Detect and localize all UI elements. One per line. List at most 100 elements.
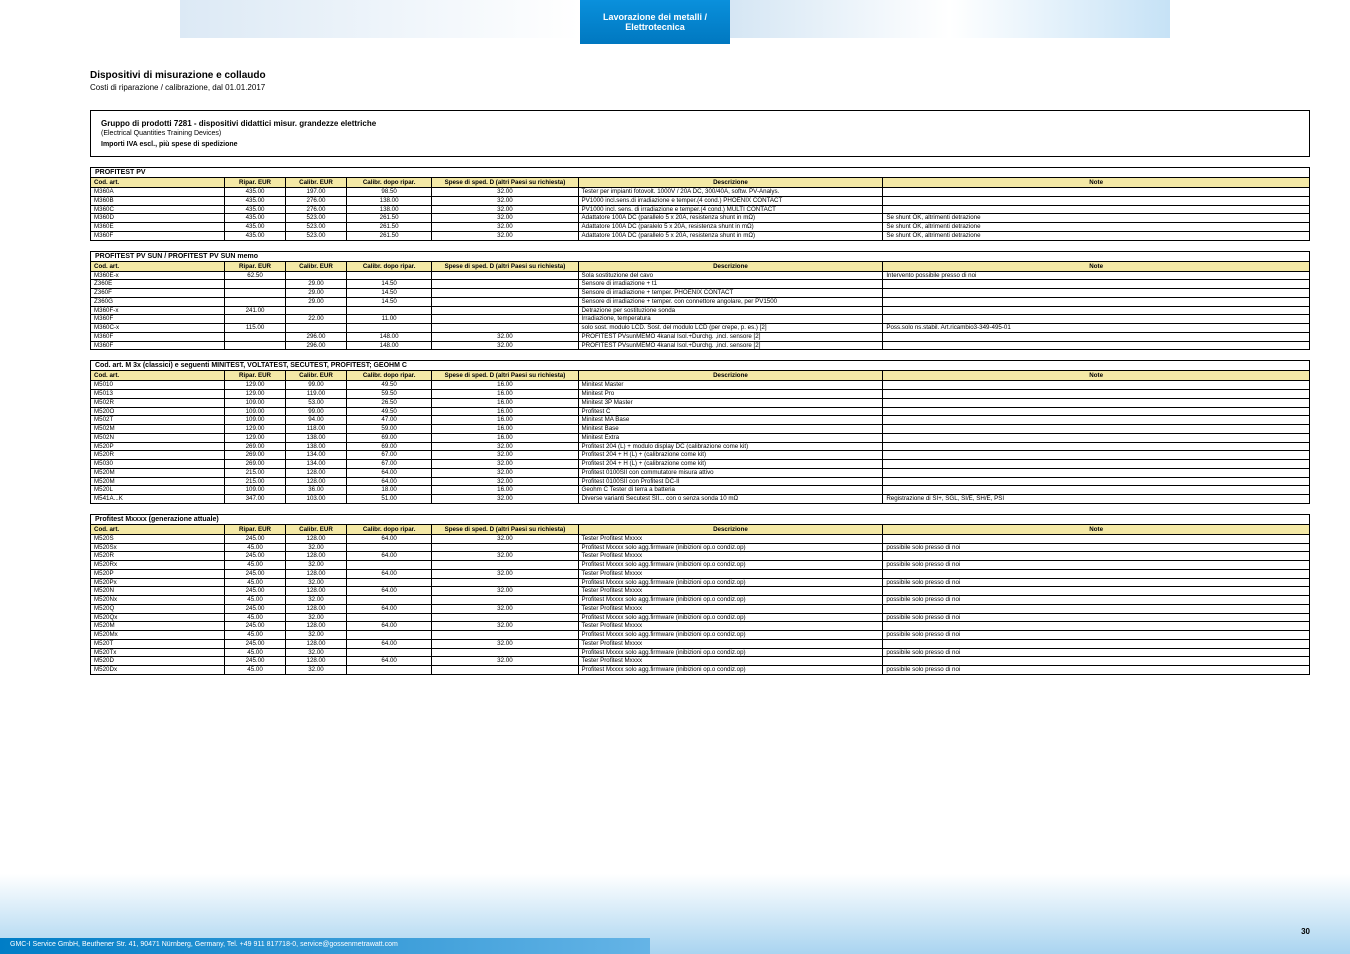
table-cell [883,451,1310,460]
table-cell: 129.00 [225,425,286,434]
table-cell [346,324,431,333]
table-row: M5013129.00119.0059.5016.00Minitest Pro [91,390,1310,399]
table-cell [286,306,347,315]
table-cell: Irradiazione, temperatura [578,315,883,324]
table-row: M520Q245.00128.0064.0032.00Tester Profit… [91,604,1310,613]
table-cell [883,425,1310,434]
table-cell: Sensore di irradiazione + temper. con co… [578,297,883,306]
table-cell: 64.00 [346,604,431,613]
table-cell: Tester Profitest Mxxxx [578,534,883,543]
table-cell: 45.00 [225,578,286,587]
table-cell [883,341,1310,350]
table-cell: M520P [91,569,225,578]
table-cell: 64.00 [346,468,431,477]
table-cell: 241.00 [225,306,286,315]
table-cell: M541A...K [91,495,225,504]
table-row: M520M215.00128.0064.0032.00Profitest 010… [91,468,1310,477]
table-cell: 269.00 [225,442,286,451]
table-row: M360F296.00148.0032.00PROFITEST PVsunMEM… [91,332,1310,341]
table-cell: Profitest Mxxxx solo agg.firmware (inibi… [578,631,883,640]
table-cell: M520L [91,486,225,495]
table-cell: 16.00 [432,407,578,416]
table-cell [883,639,1310,648]
table-cell [883,196,1310,205]
table-cell: 32.00 [432,657,578,666]
tables-container: PROFITEST PVCod. art.Ripar. EURCalibr. E… [90,167,1310,675]
table-cell: Minitest Pro [578,390,883,399]
table-cell: M520Px [91,578,225,587]
table-cell: M502M [91,425,225,434]
table-cell [883,486,1310,495]
table-cell: 261.50 [346,223,431,232]
table-cell: 138.00 [346,205,431,214]
table-cell [883,398,1310,407]
table-cell: Detrazione per sostituzione sonda [578,306,883,315]
table-row: M520P245.00128.0064.0032.00Tester Profit… [91,569,1310,578]
table-row: M5010129.0099.0049.5016.00Minitest Maste… [91,381,1310,390]
table-cell: Se shunt OK, altrimenti detrazione [883,214,1310,223]
table-row: Z360F29.0014.50Sensore di irradiazione +… [91,289,1310,298]
table-cell: M520Sx [91,543,225,552]
table-cell: M520S [91,534,225,543]
column-header: Spese di sped. D (altri Paesi su richies… [432,178,578,188]
table-cell: 29.00 [286,280,347,289]
column-header: Descrizione [578,178,883,188]
table-cell: M520Tx [91,648,225,657]
table-cell [432,271,578,280]
table-cell: 16.00 [432,416,578,425]
table-cell: Minitest 3P Master [578,398,883,407]
table-cell: 32.00 [286,666,347,675]
table-row: M520Rx45.0032.00Profitest Mxxxx solo agg… [91,561,1310,570]
table-row: M520N245.00128.0064.0032.00Tester Profit… [91,587,1310,596]
table-cell [432,666,578,675]
table-cell [432,596,578,605]
table-cell: 32.00 [432,587,578,596]
table-cell: M520O [91,407,225,416]
table-cell: M360E [91,223,225,232]
column-header: Descrizione [578,371,883,381]
table-cell [346,613,431,622]
table-cell: 47.00 [346,416,431,425]
table-cell: 347.00 [225,495,286,504]
table-row: M360C435.00276.00138.0032.00PV1000 incl.… [91,205,1310,214]
table-cell: 59.00 [346,425,431,434]
table-cell: 62.50 [225,271,286,280]
table-cell: 115.00 [225,324,286,333]
table-cell: Tester Profitest Mxxxx [578,587,883,596]
table-cell: Profitest Mxxxx solo agg.firmware (inibi… [578,666,883,675]
table-cell: 99.00 [286,381,347,390]
table-cell: 269.00 [225,460,286,469]
table-cell [883,552,1310,561]
table-cell: M520N [91,587,225,596]
product-group-box: Gruppo di prodotti 7281 - dispositivi di… [90,110,1310,157]
table-cell: 49.50 [346,381,431,390]
table-cell: 148.00 [346,332,431,341]
table-cell: 245.00 [225,639,286,648]
table-cell: 32.00 [432,552,578,561]
table-cell: M5030 [91,460,225,469]
table-cell: Tester Profitest Mxxxx [578,622,883,631]
table-cell [883,460,1310,469]
top-banner: Lavorazione dei metalli / Elettrotecnica [0,0,1350,48]
table-cell: Profitest 0100SII con commutatore misura… [578,468,883,477]
table-cell: 523.00 [286,231,347,240]
table-cell: 32.00 [286,613,347,622]
table-cell: 523.00 [286,214,347,223]
table-cell: M360F [91,332,225,341]
table-row: M520Tx45.0032.00Profitest Mxxxx solo agg… [91,648,1310,657]
table-cell: 67.00 [346,460,431,469]
table-row: M360E435.00523.00261.5032.00Adattatore 1… [91,223,1310,232]
table-cell: 45.00 [225,596,286,605]
table-cell: 32.00 [286,543,347,552]
section-title: Profitest Mxxxx (generazione attuale) [91,514,1310,524]
table-cell: Adattatore 100A DC (parallelo 5 x 20A, r… [578,214,883,223]
page-content: Dispositivi di misurazione e collaudo Co… [90,70,1310,685]
table-cell: possibile solo presso di noi [883,561,1310,570]
table-cell: 32.00 [432,460,578,469]
page-number: 30 [1301,927,1310,936]
table-cell: 16.00 [432,425,578,434]
table-cell [225,332,286,341]
table-cell: M520M [91,468,225,477]
table-cell: possibile solo presso di noi [883,648,1310,657]
table-cell: Sola sostituzione del cavo [578,271,883,280]
